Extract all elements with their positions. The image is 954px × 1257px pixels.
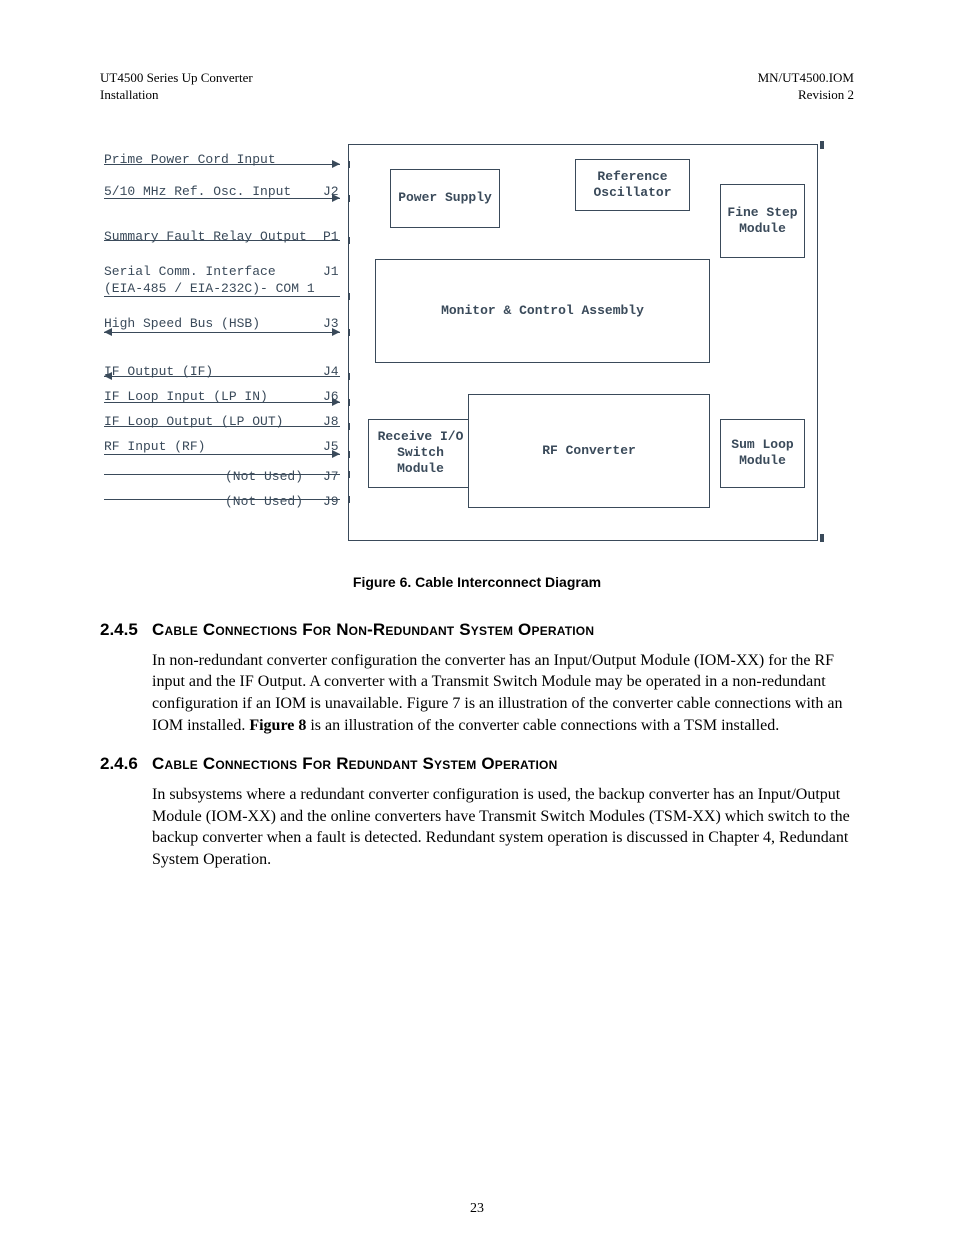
section-2-4-6-body: In subsystems where a redundant converte… [152, 784, 854, 870]
page-number: 23 [100, 1201, 854, 1217]
signal-port: J1 [323, 264, 339, 279]
signal-tick [348, 329, 350, 336]
signal-port: P1 [323, 229, 339, 244]
section-2-4-5-title: Cable Connections For Non-Redundant Syst… [152, 620, 594, 639]
signal-label: (EIA-485 / EIA-232C)- COM 1 [104, 281, 315, 296]
signal-label: 5/10 MHz Ref. Osc. Input [104, 184, 291, 199]
box-reference-oscillator: Reference Oscillator [575, 159, 690, 211]
arrow-right-icon [332, 398, 340, 406]
arrow-right-icon [332, 328, 340, 336]
signal-line [104, 426, 340, 428]
box-sum-loop-module: Sum Loop Module [720, 419, 805, 488]
arrow-right-icon [332, 194, 340, 202]
signal-line [104, 332, 340, 334]
box-monitor-control: Monitor & Control Assembly [375, 259, 710, 363]
section-2-4-5-body: In non-redundant converter configuration… [152, 650, 854, 736]
signal-label: RF Input (RF) [104, 439, 205, 454]
section-2-4-5-number: 2.4.5 [100, 620, 138, 639]
header-docnum: MN/UT4500.IOM [758, 70, 854, 87]
signal-label: (Not Used) [225, 494, 303, 509]
signal-tick [348, 237, 350, 244]
arrow-right-icon [332, 450, 340, 458]
signal-line [104, 164, 340, 166]
signal-label: (Not Used) [225, 469, 303, 484]
signal-label: Summary Fault Relay Output [104, 229, 307, 244]
signal-port: J9 [323, 494, 339, 509]
signal-tick [348, 423, 350, 430]
signal-tick [348, 471, 350, 478]
section-2-4-6-heading: 2.4.6 Cable Connections For Redundant Sy… [100, 754, 854, 774]
section-2-4-5-body-part2: is an illustration of the converter cabl… [306, 717, 779, 734]
section-2-4-6-number: 2.4.6 [100, 754, 138, 773]
arrow-left-icon [104, 372, 112, 380]
section-2-4-5-body-bold: Figure 8 [249, 717, 306, 734]
arrow-right-icon [332, 160, 340, 168]
signal-line [104, 240, 340, 242]
signal-tick [348, 496, 350, 503]
signal-line [104, 454, 340, 456]
signal-label: Serial Comm. Interface [104, 264, 276, 279]
figure-caption: Figure 6. Cable Interconnect Diagram [100, 574, 854, 590]
signal-line [104, 296, 340, 298]
signal-line [104, 474, 340, 476]
signal-tick [348, 161, 350, 168]
signal-tick [348, 293, 350, 300]
section-2-4-6-title: Cable Connections For Redundant System O… [152, 754, 557, 773]
signal-line [104, 499, 340, 501]
box-rf-converter: RF Converter [468, 394, 710, 508]
header-product: UT4500 Series Up Converter [100, 70, 253, 87]
signal-line [104, 376, 340, 378]
box-fine-step-module: Fine Step Module [720, 184, 805, 258]
signal-label: High Speed Bus (HSB) [104, 316, 260, 331]
diagram-outer-thick-right [820, 141, 824, 149]
signal-tick [348, 195, 350, 202]
diagram-outer-thick-right2 [820, 534, 824, 542]
page-header: UT4500 Series Up Converter Installation … [100, 70, 854, 104]
section-2-4-5-heading: 2.4.5 Cable Connections For Non-Redundan… [100, 620, 854, 640]
signal-line [104, 198, 340, 200]
signal-tick [348, 399, 350, 406]
box-power-supply: Power Supply [390, 169, 500, 228]
cable-interconnect-diagram: Power Supply Reference Oscillator Fine S… [100, 144, 820, 544]
box-receive-io-switch: Receive I/O Switch Module [368, 419, 473, 488]
signal-port: J7 [323, 469, 339, 484]
header-section: Installation [100, 87, 253, 104]
signal-line [104, 402, 340, 404]
header-left: UT4500 Series Up Converter Installation [100, 70, 253, 104]
header-right: MN/UT4500.IOM Revision 2 [758, 70, 854, 104]
arrow-left-icon [104, 328, 112, 336]
header-revision: Revision 2 [758, 87, 854, 104]
signal-tick [348, 451, 350, 458]
signal-tick [348, 373, 350, 380]
